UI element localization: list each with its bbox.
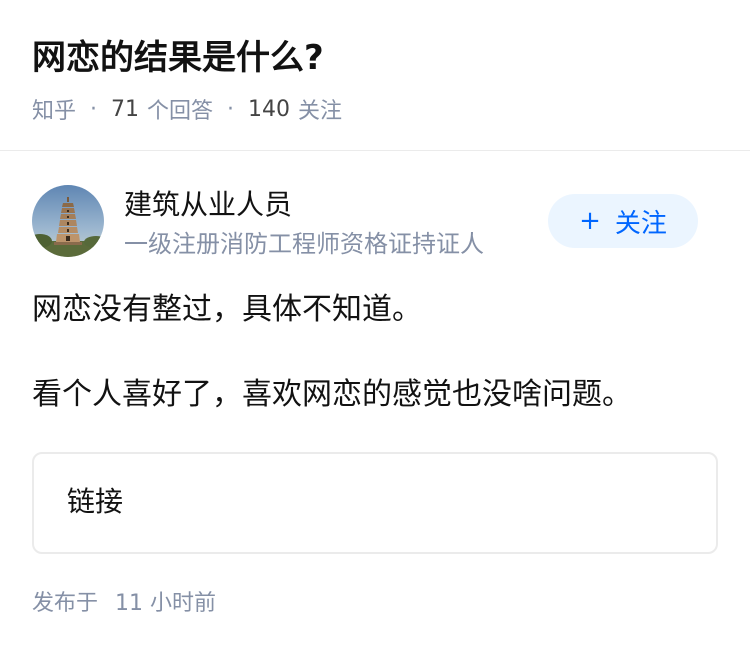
source-label[interactable]: 知乎 bbox=[32, 93, 76, 125]
question-meta: 知乎 · 71 个回答 · 140 关注 bbox=[32, 92, 342, 126]
publish-label: 发布于 bbox=[32, 591, 99, 616]
meta-separator: · bbox=[90, 96, 98, 122]
question-header: 网恋的结果是什么? 知乎 · 71 个回答 · 140 关注 bbox=[0, 0, 750, 151]
publish-time: 发布于 11 小时前 bbox=[32, 587, 216, 621]
plus-icon: + bbox=[579, 206, 601, 236]
answer-card: 建筑从业人员 一级注册消防工程师资格证持证人 + 关注 网恋没有整过，具体不知道… bbox=[0, 151, 750, 656]
publish-time-value: 11 小时前 bbox=[115, 591, 217, 616]
answer-paragraph: 网恋没有整过，具体不知道。 bbox=[32, 292, 422, 327]
follower-count-label: 关注 bbox=[298, 99, 343, 124]
answer-paragraph: 看个人喜好了，喜欢网恋的感觉也没啥问题。 bbox=[32, 377, 632, 412]
link-card[interactable]: 链接 bbox=[32, 452, 718, 554]
author-name[interactable]: 建筑从业人员 bbox=[124, 187, 292, 223]
pagoda-avatar-icon[interactable] bbox=[32, 185, 104, 257]
follow-button-label: 关注 bbox=[614, 208, 667, 239]
answer-content: 网恋没有整过，具体不知道。 看个人喜好了，喜欢网恋的感觉也没啥问题。 bbox=[32, 288, 722, 417]
meta-separator: · bbox=[227, 96, 235, 122]
link-card-label: 链接 bbox=[67, 485, 124, 518]
author-headline: 一级注册消防工程师资格证持证人 bbox=[124, 230, 484, 258]
question-title[interactable]: 网恋的结果是什么? bbox=[32, 34, 324, 82]
answer-count: 71 bbox=[111, 96, 140, 122]
follow-button[interactable]: + 关注 bbox=[548, 194, 698, 248]
follower-count: 140 bbox=[248, 96, 291, 122]
answer-count-label: 个回答 bbox=[147, 99, 214, 124]
